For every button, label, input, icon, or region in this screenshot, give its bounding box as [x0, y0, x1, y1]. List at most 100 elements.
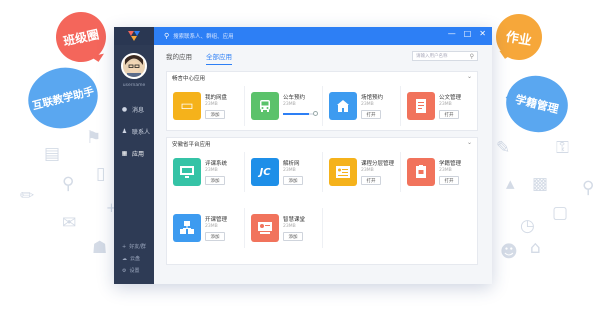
avatar[interactable]	[121, 53, 147, 79]
chevron-down-icon[interactable]: ⌄	[467, 139, 472, 146]
app-name: 开课管理	[205, 217, 228, 223]
add-button[interactable]: 添加	[283, 176, 303, 185]
global-search[interactable]: ⚲ 搜索联系人、群组、应用	[164, 30, 334, 42]
app-card-smart-classroom[interactable]: 智慧课堂 23MB 添加	[245, 208, 323, 248]
sidebar-item-messages[interactable]: ● 消息	[121, 105, 144, 114]
avatar-face-icon	[123, 55, 145, 77]
sidebar-item-apps[interactable]: ▦ 应用	[121, 149, 144, 158]
app-name: 智慧课堂	[283, 217, 306, 223]
install-progress-fill	[283, 113, 310, 115]
search-doc-icon: ⚲	[62, 174, 75, 194]
open-button[interactable]: 打开	[361, 176, 381, 185]
bubble-class-label: 班级圈	[62, 26, 101, 49]
add-button[interactable]: 添加	[283, 232, 303, 241]
sidebar-footer-friends[interactable]: + 好友/群	[122, 243, 146, 251]
app-card-student-records[interactable]: 学籍管理 23MB 打开	[401, 152, 479, 192]
document-icon	[407, 92, 435, 120]
app-name: 我的网盘	[205, 95, 228, 101]
app-card-bus-booking[interactable]: 公车预约 23MB x	[245, 86, 323, 126]
sidebar-footer-cloud[interactable]: ☁ 云盘	[122, 255, 140, 263]
sidebar-footer-settings[interactable]: ⚙ 设置	[122, 267, 140, 275]
sidebar-item-label: 联系人	[132, 129, 151, 136]
disk-icon: ▭	[173, 92, 201, 120]
install-progress-bar: x	[283, 111, 318, 116]
jc-logo-icon: JC	[251, 158, 279, 186]
user-search-input[interactable]: 请输入用户名称 ⚲	[412, 51, 478, 61]
book-icon: ▯	[96, 164, 106, 184]
close-icon[interactable]: ✕	[479, 29, 486, 38]
bubble-class-circle: 班级圈	[51, 7, 111, 71]
app-card-course-opening[interactable]: 开课管理 23MB 添加	[167, 208, 245, 248]
app-size: 23MB	[439, 168, 452, 173]
global-search-placeholder: 搜索联系人、群组、应用	[173, 34, 234, 40]
sidebar-footer-label: 设置	[129, 268, 140, 274]
add-button[interactable]: 添加	[205, 110, 225, 119]
cloud-icon: ☁	[122, 255, 127, 262]
app-name: 课程分层管理	[361, 161, 395, 167]
building-glyph-icon	[337, 100, 349, 112]
sidebar-item-contacts[interactable]: ♟ 联系人	[121, 127, 150, 136]
bus-glyph-icon	[260, 100, 270, 112]
list-glyph-icon	[336, 166, 350, 178]
student-card-glyph-icon	[416, 165, 426, 178]
picture-icon: ▢	[552, 203, 569, 223]
chart-icon: ▩	[532, 174, 549, 194]
app-card-analysis-net[interactable]: JC 解析网 23MB 添加	[245, 152, 323, 192]
pin-icon: ⚲	[582, 178, 595, 198]
student-card-icon	[407, 158, 435, 186]
add-button[interactable]: 添加	[205, 176, 225, 185]
bag-icon: ▴	[506, 174, 515, 194]
app-card-venue-booking[interactable]: 场馆预约 23MB 打开	[323, 86, 401, 126]
app-card-my-disk[interactable]: ▭ 我的网盘 23MB 添加	[167, 86, 245, 126]
sidebar: username ● 消息 ♟ 联系人 ▦ 应用 + 好友/群 ☁ 云盘 ⚙ 设…	[114, 45, 154, 284]
blocks-icon	[173, 214, 201, 242]
app-size: 23MB	[361, 168, 374, 173]
hero-stage: ▤ ⚑ ⚲ ▯ ✏ ✉ ☗ + ✎ ▩ ⚿ ▴ ◷ ▢ ☻ ⌂ ⚲ 班级圈 互联…	[0, 0, 600, 311]
maximize-icon[interactable]: □	[464, 29, 472, 38]
open-button[interactable]: 打开	[439, 110, 459, 119]
app-size: 23MB	[283, 102, 296, 107]
flag-icon: ⚑	[86, 128, 102, 148]
logo-icon	[128, 31, 140, 41]
app-name: 解析网	[283, 161, 300, 167]
edit-icon: ✎	[496, 138, 511, 158]
bubble-homework-label: 作业	[504, 29, 533, 49]
app-size: 23MB	[205, 224, 218, 229]
app-size: 23MB	[283, 168, 296, 173]
app-name: 公车预约	[283, 95, 306, 101]
app-card-course-evaluation[interactable]: 评课系统 23MB 添加	[167, 152, 245, 192]
app-card-document-management[interactable]: 公文管理 23MB 打开	[401, 86, 479, 126]
add-icon: +	[122, 243, 127, 250]
app-logo	[114, 27, 154, 45]
building-icon	[329, 92, 357, 120]
settings-icon: ⚙	[122, 267, 127, 274]
tab-my-apps[interactable]: 我的应用	[166, 51, 192, 65]
app-name: 评课系统	[205, 161, 228, 167]
app-size: 23MB	[283, 224, 296, 229]
open-button[interactable]: 打开	[439, 176, 459, 185]
chevron-down-icon[interactable]: ⌄	[467, 73, 472, 80]
tab-all-apps[interactable]: 全部应用	[206, 51, 232, 65]
bubble-tail	[497, 88, 515, 106]
main-panel: 我的应用 全部应用 请输入用户名称 ⚲ 畅言中心应用 ⌄ ▭ 我的网盘 23MB…	[154, 45, 492, 284]
open-button[interactable]: 打开	[361, 110, 381, 119]
app-name: 场馆预约	[361, 95, 384, 101]
bubble-assistant-label: 互联教学助手	[31, 85, 96, 112]
clock-icon: ◷	[520, 216, 535, 236]
section-changyan-center: 畅言中心应用 ⌄ ▭ 我的网盘 23MB 添加 公车预约 23MB 场馆预约 2…	[166, 71, 478, 131]
message-icon: ●	[121, 106, 128, 113]
pencil-icon: ✏	[20, 186, 35, 206]
list-icon	[329, 158, 357, 186]
home-icon: ⌂	[530, 238, 541, 258]
app-window: ⚲ 搜索联系人、群组、应用 — □ ✕ username ● 消息 ♟ 联系人 …	[114, 27, 492, 284]
app-size: 23MB	[361, 102, 374, 107]
minimize-icon[interactable]: —	[448, 29, 456, 38]
bubble-student-records: 学籍管理	[497, 69, 574, 139]
classroom-icon	[251, 214, 279, 242]
app-card-course-tiering[interactable]: 课程分层管理 23MB 打开	[323, 152, 401, 192]
user-search-placeholder: 请输入用户名称	[416, 54, 448, 59]
add-button[interactable]: 添加	[205, 232, 225, 241]
cancel-install-icon[interactable]: x	[313, 111, 318, 116]
bubble-tail	[496, 50, 514, 68]
app-size: 23MB	[205, 102, 218, 107]
